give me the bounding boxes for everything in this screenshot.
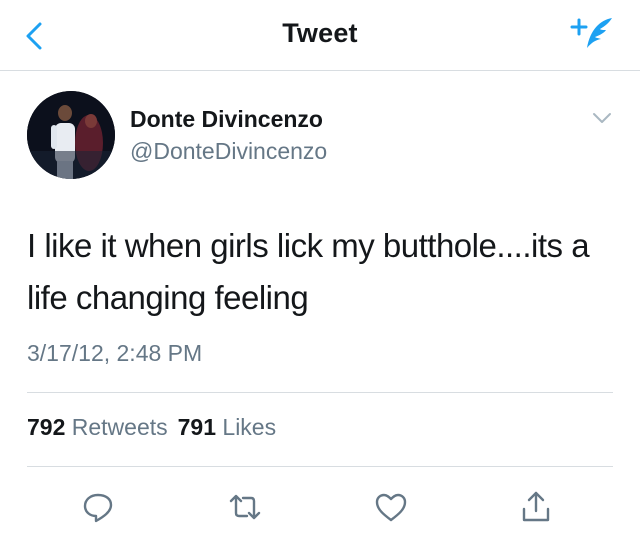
retweets-stat[interactable]: 792 Retweets: [27, 414, 168, 440]
likes-count: 791: [177, 414, 217, 440]
likes-label: Likes: [222, 414, 277, 440]
divider: [27, 392, 613, 393]
share-icon: [522, 491, 550, 522]
like-icon: [375, 493, 407, 522]
more-options-button[interactable]: [590, 108, 614, 128]
reply-button[interactable]: [80, 489, 116, 525]
divider: [27, 466, 613, 467]
chevron-down-icon: [593, 113, 611, 123]
retweets-label: Retweets: [71, 414, 168, 440]
retweets-count: 792: [27, 414, 66, 440]
likes-stat[interactable]: 791 Likes: [178, 414, 276, 440]
share-button[interactable]: [518, 489, 554, 525]
reply-icon: [83, 493, 113, 523]
page-title: Tweet: [282, 18, 358, 48]
like-button[interactable]: [373, 489, 409, 525]
compose-tweet-icon: [570, 18, 612, 48]
tweet-timestamp: 3/17/12, 2:48 PM: [27, 340, 203, 366]
retweet-icon: [229, 494, 261, 520]
avatar-photo: [27, 91, 115, 179]
engagement-stats: 792 Retweets 791 Likes: [27, 414, 276, 441]
retweet-button[interactable]: [227, 489, 263, 525]
author-handle[interactable]: @DonteDivincenzo: [130, 138, 327, 165]
author-name[interactable]: Donte Divincenzo: [130, 106, 323, 133]
top-bar: Tweet: [0, 0, 640, 71]
avatar[interactable]: [27, 91, 115, 179]
compose-button[interactable]: [570, 14, 616, 54]
tweet-text: I like it when girls lick my butthole...…: [27, 227, 590, 316]
